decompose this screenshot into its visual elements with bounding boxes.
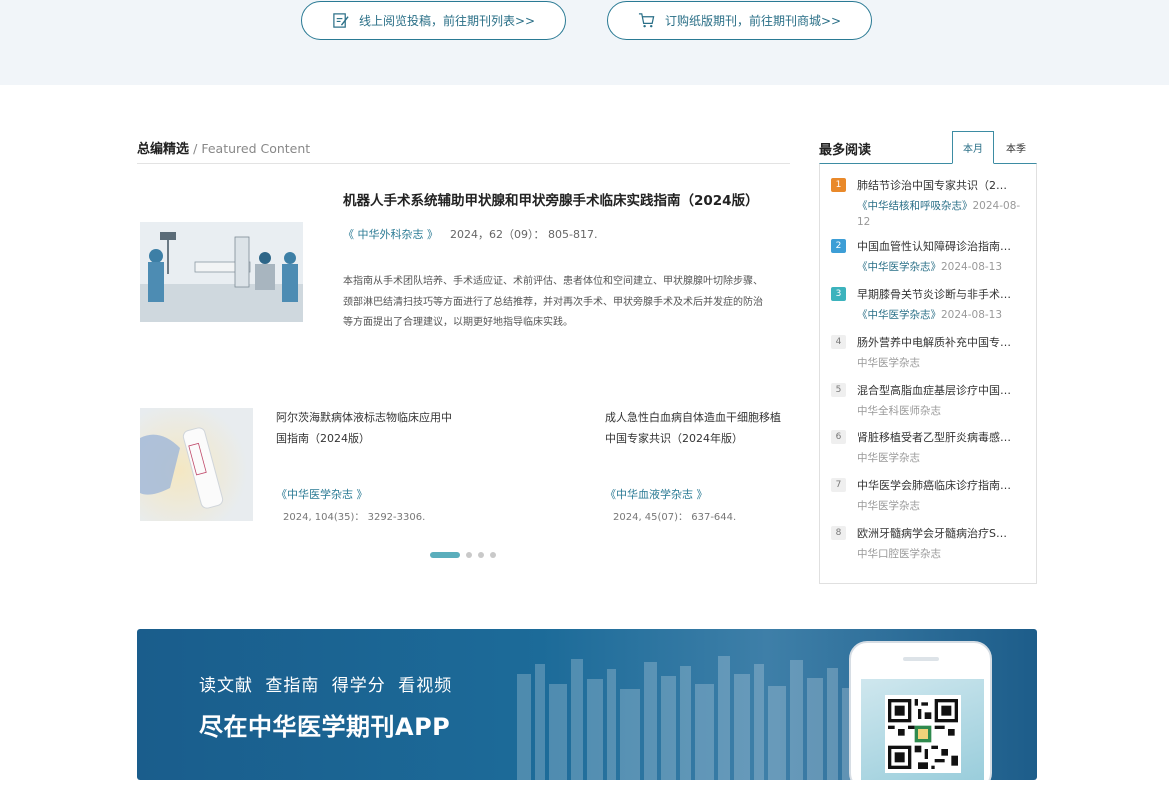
list-item-title[interactable]: 肺结节诊治中国专家共识（2… [857,177,1017,193]
card-article-title[interactable]: 成人急性白血病自体造血干细胞移植中国专家共识（2024年版） [605,408,785,449]
card-article-journal[interactable]: 《中华医学杂志 》 [276,486,368,502]
list-item-title[interactable]: 早期膝骨关节炎诊断与非手术… [857,286,1017,302]
featured-article-citation: 2024，62（09）： 805-817. [450,228,598,241]
card-article-image[interactable] [140,408,253,521]
featured-article-journal[interactable]: 《 中华外科杂志 》 [343,226,438,242]
phone-screen [861,679,984,780]
most-read-title: 最多阅读 [819,143,872,158]
list-item-date: 2024-08-13 [941,309,1003,321]
shopping-cart-icon [638,13,655,28]
tab-this-quarter[interactable]: 本季 [995,131,1037,164]
list-item-journal[interactable]: 中华全科医师杂志 [857,403,1027,419]
carousel-dot[interactable] [490,552,496,558]
rank-badge: 2 [831,239,846,253]
phone-speaker [903,657,939,661]
app-promo-banner[interactable]: 读文献 查指南 得学分 看视频 尽在中华医学期刊APP [137,629,1037,780]
banner-tagline: 读文献 查指南 得学分 看视频 [199,676,453,696]
card-article-citation: 2024, 104(35)： 3292-3306. [283,512,426,523]
buy-print-button[interactable]: 订购纸版期刊，前往期刊商城>> [607,1,872,40]
online-read-label: 线上阅览投稿，前往期刊列表>> [358,14,536,28]
featured-article-image[interactable] [140,222,303,322]
card-article-title[interactable]: 阿尔茨海默病体液标志物临床应用中国指南（2024版） [276,408,456,449]
online-read-button[interactable]: 线上阅览投稿，前往期刊列表>> [301,1,566,40]
list-item-journal[interactable]: 中华口腔医学杂志 [857,546,1027,562]
rank-badge: 3 [831,287,846,301]
carousel-dot[interactable] [478,552,484,558]
rank-badge: 4 [831,335,846,349]
tab-this-month[interactable]: 本月 [952,131,994,164]
bookshelf-illustration [517,656,857,780]
rank-badge: 6 [831,430,846,444]
buy-print-label: 订购纸版期刊，前往期刊商城>> [664,14,842,28]
list-item-journal[interactable]: 中华医学杂志 [857,355,1027,371]
list-item-journal[interactable]: 《中华结核和呼吸杂志》 [857,200,973,212]
featured-heading: 总编精选 / Featured Content [137,138,790,164]
rank-badge: 8 [831,526,846,540]
list-item-journal[interactable]: 《中华医学杂志》 [857,261,941,273]
carousel-dots [430,552,496,558]
top-band: 线上阅览投稿，前往期刊列表>> 订购纸版期刊，前往期刊商城>> [0,0,1169,85]
featured-article-title[interactable]: 机器人手术系统辅助甲状腺和甲状旁腺手术临床实践指南（2024版） [343,189,783,209]
list-item-title[interactable]: 混合型高脂血症基层诊疗中国… [857,382,1017,398]
carousel-dot[interactable] [430,552,460,558]
edit-document-icon [333,13,349,28]
list-item-title[interactable]: 中国血管性认知障碍诊治指南… [857,238,1017,254]
rank-badge: 1 [831,178,846,192]
list-item-title[interactable]: 中华医学会肺癌临床诊疗指南… [857,477,1017,493]
featured-heading-zh: 总编精选 [137,142,190,157]
qr-code-icon[interactable] [885,695,961,773]
rank-badge: 5 [831,383,846,397]
list-item-title[interactable]: 肠外营养中电解质补充中国专… [857,334,1017,350]
list-item-journal[interactable]: 中华医学杂志 [857,450,1027,466]
carousel-dot[interactable] [466,552,472,558]
list-item-date: 2024-08-13 [941,261,1003,273]
card-article-citation: 2024, 45(07)： 637-644. [613,512,737,523]
list-item-journal[interactable]: 中华医学杂志 [857,498,1027,514]
featured-article-abstract: 本指南从手术团队培养、手术适应证、术前评估、患者体位和空间建立、甲状腺腺叶切除步… [343,276,763,328]
rank-badge: 7 [831,478,846,492]
list-item-title[interactable]: 肾脏移植受者乙型肝炎病毒感… [857,429,1017,445]
list-item-journal[interactable]: 《中华医学杂志》 [857,309,941,321]
banner-headline: 尽在中华医学期刊APP [199,713,451,741]
list-item-title[interactable]: 欧洲牙髓病学会牙髓病治疗S… [857,525,1017,541]
card-article-journal[interactable]: 《中华血液学杂志 》 [605,486,708,502]
phone-mockup [849,641,992,780]
featured-heading-en: / Featured Content [193,141,311,156]
